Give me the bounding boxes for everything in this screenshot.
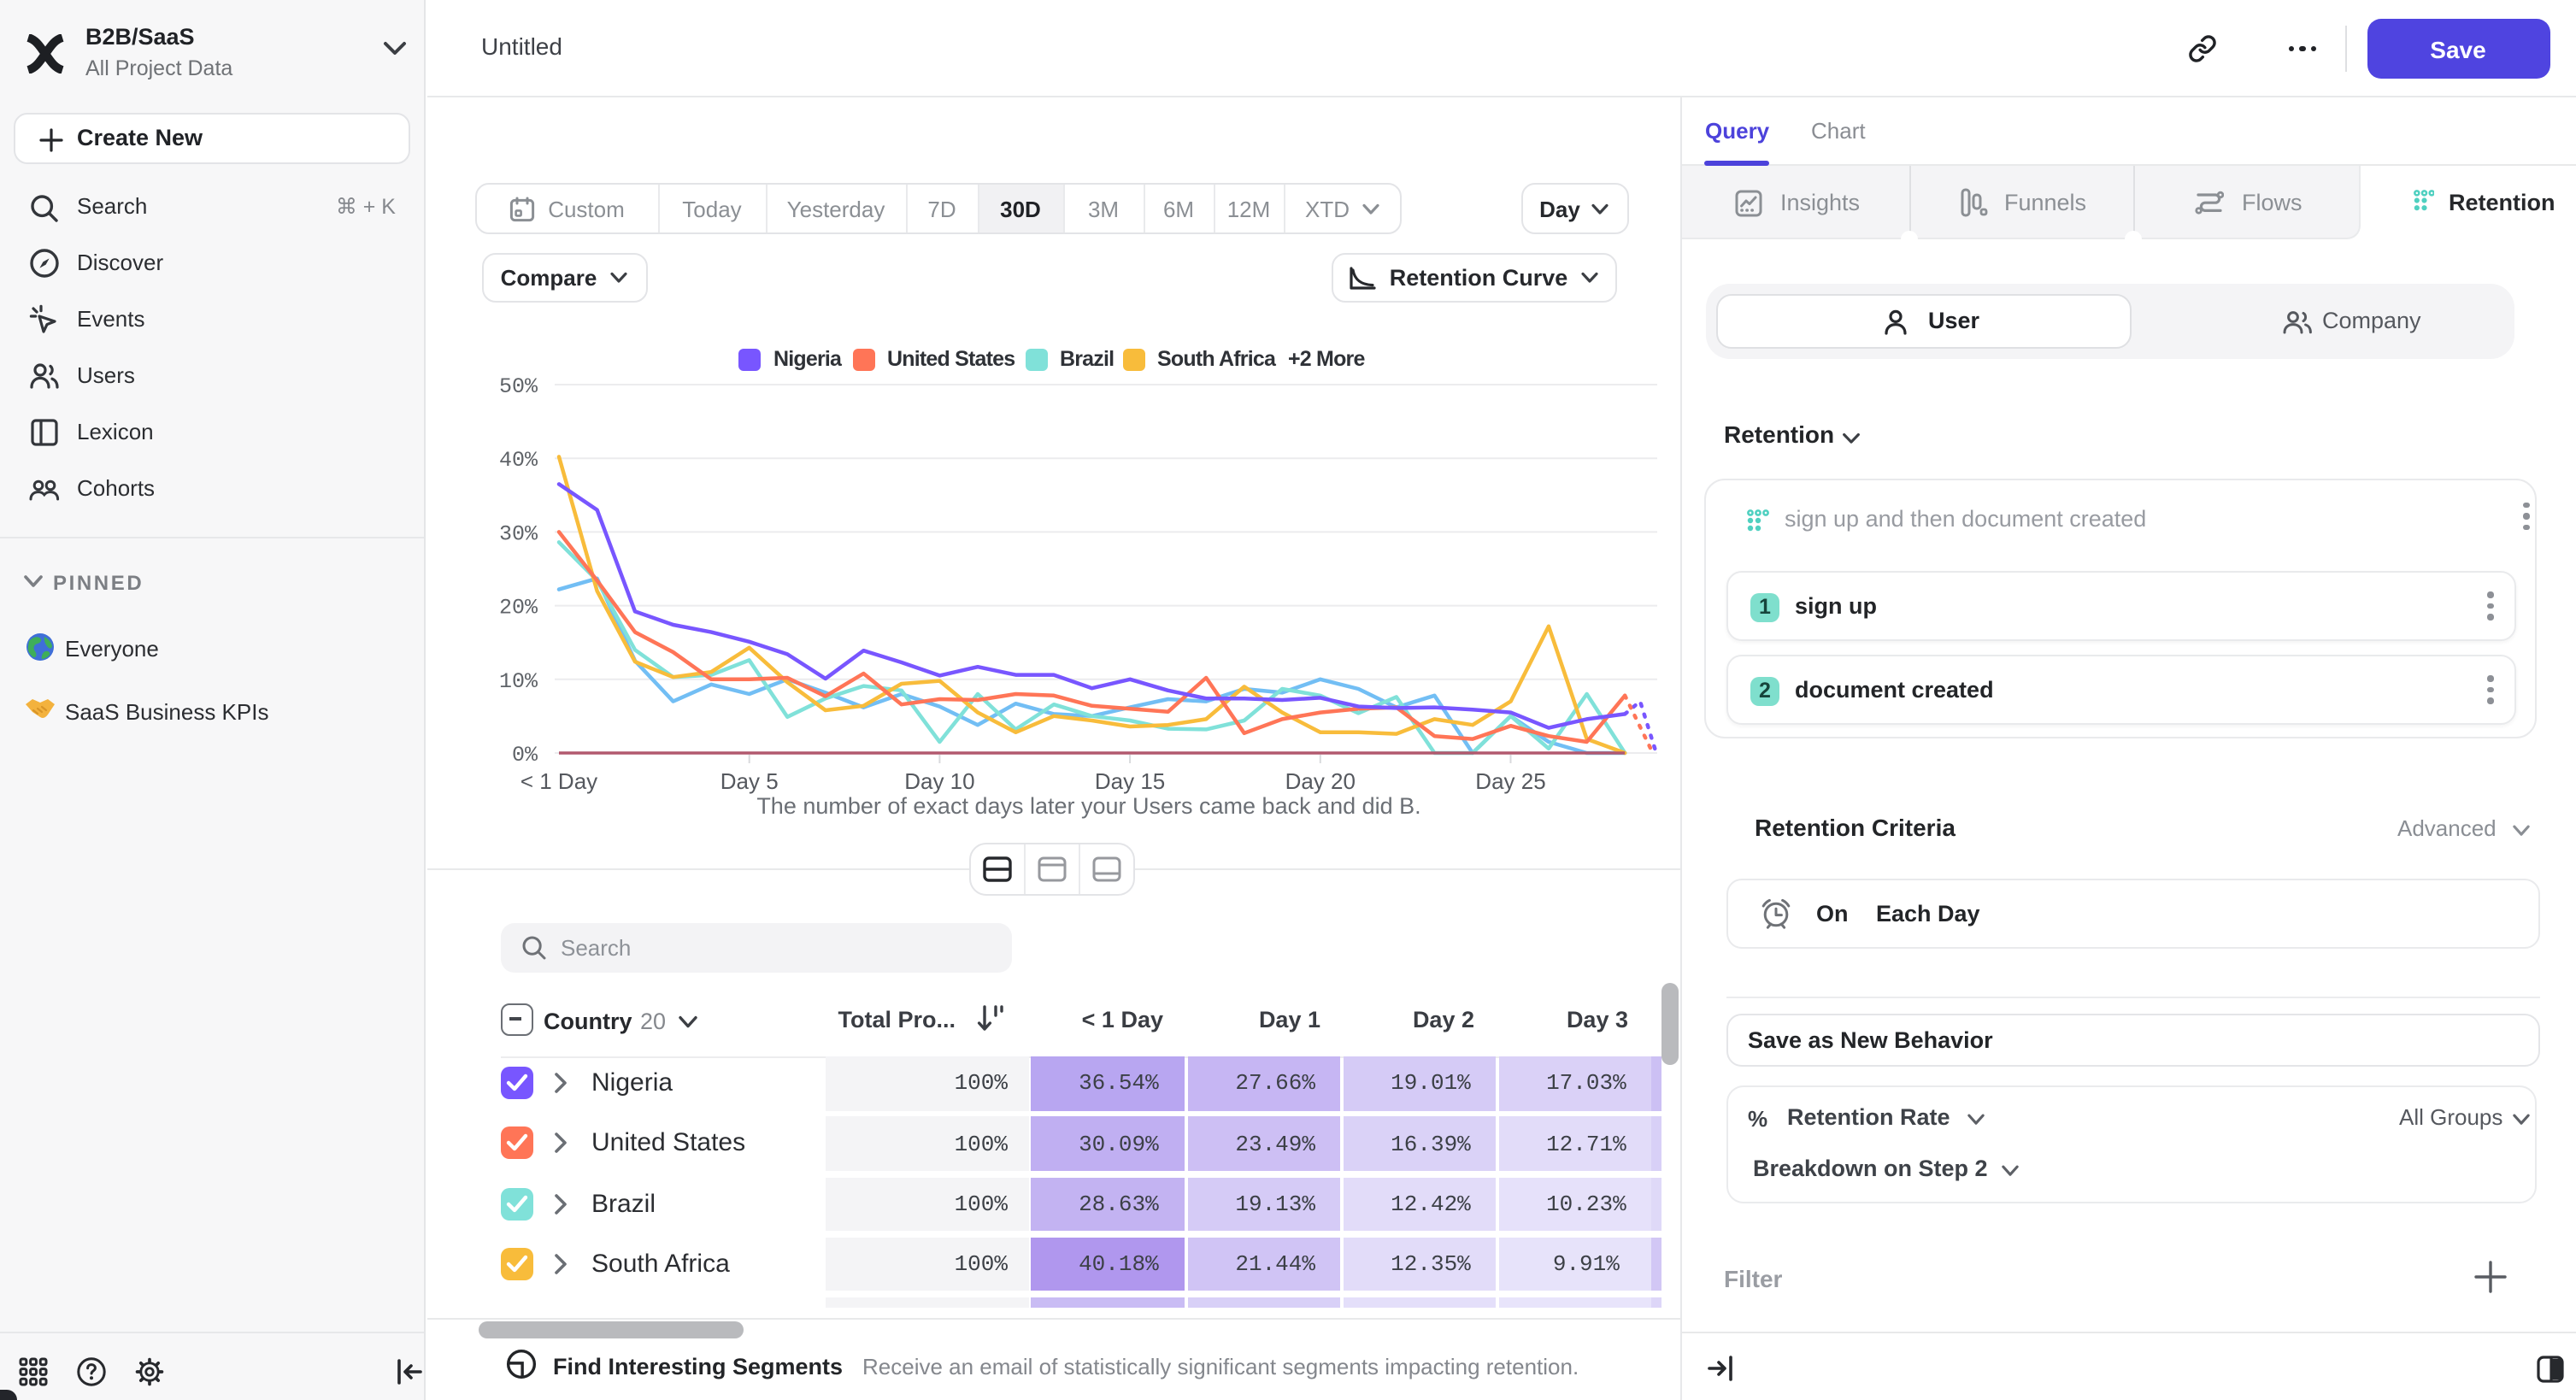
svg-text:Day 5: Day 5	[720, 768, 778, 794]
svg-text:< 1 Day: < 1 Day	[520, 768, 597, 794]
svg-text:30%: 30%	[498, 521, 538, 546]
svg-text:50%: 50%	[498, 374, 538, 399]
svg-text:0%: 0%	[511, 743, 538, 768]
svg-text:20%: 20%	[498, 596, 538, 621]
svg-text:40%: 40%	[498, 448, 538, 473]
svg-text:Day 25: Day 25	[1474, 768, 1544, 794]
svg-text:Day 20: Day 20	[1285, 768, 1355, 794]
svg-text:Day 15: Day 15	[1094, 768, 1164, 794]
svg-text:Day 10: Day 10	[903, 768, 973, 794]
svg-text:10%: 10%	[498, 669, 538, 694]
